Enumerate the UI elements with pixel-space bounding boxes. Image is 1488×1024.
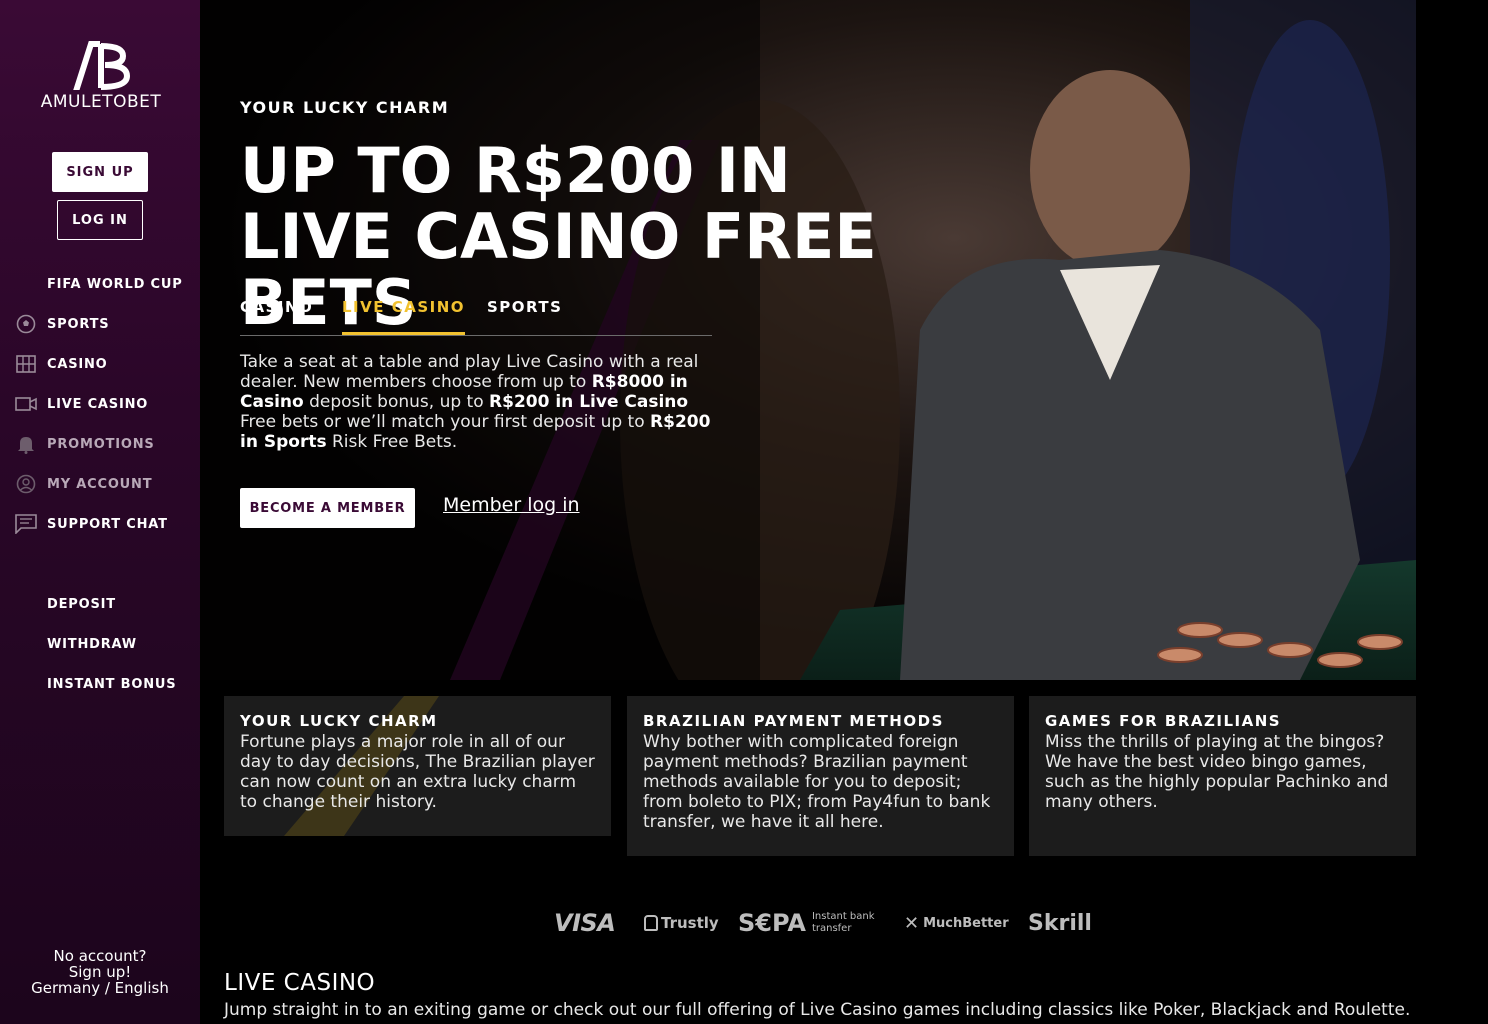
section-title: LIVE CASINO — [224, 970, 376, 996]
visa-logo: VISA — [554, 909, 616, 937]
hero-banner: YOUR LUCKY CHARM UP TO R$200 IN LIVE CAS… — [200, 0, 1416, 680]
trustly-icon — [644, 915, 658, 931]
sign-up-link[interactable]: Sign up! — [0, 964, 200, 980]
card-text: Fortune plays a major role in all of our… — [240, 732, 595, 812]
skrill-logo: Skrill — [1028, 910, 1092, 936]
desc-highlight: R$200 in Live Casino — [489, 392, 689, 412]
card-text: Why bother with complicated foreign paym… — [643, 732, 991, 832]
hero-tabs: CASINO LIVE CASINO SPORTS — [240, 292, 712, 336]
sepa-sub1: Instant bank — [811, 911, 875, 922]
desc-text: Risk Free Bets. — [326, 432, 458, 452]
locale-selector[interactable]: Germany / English — [0, 980, 200, 996]
sepa-logo: S€PA Instant bank transfer — [738, 905, 875, 941]
sepa-text: S€PA — [738, 909, 806, 937]
info-card-lucky-charm: YOUR LUCKY CHARM Fortune plays a major r… — [224, 696, 611, 836]
muchbetter-icon: ✕ — [904, 912, 920, 934]
desc-text: deposit bonus, up to — [303, 392, 490, 412]
tab-live-casino[interactable]: LIVE CASINO — [342, 298, 466, 335]
card-title: YOUR LUCKY CHARM — [240, 712, 438, 730]
section-description: Jump straight in to an exiting game or c… — [224, 1000, 1411, 1020]
muchbetter-logo: ✕ MuchBetter — [904, 905, 1009, 941]
hero-description: Take a seat at a table and play Live Cas… — [240, 352, 720, 452]
card-title: BRAZILIAN PAYMENT METHODS — [643, 712, 944, 730]
trustly-logo: Trustly — [644, 905, 719, 941]
tab-sports[interactable]: SPORTS — [487, 298, 562, 335]
muchbetter-text: MuchBetter — [923, 915, 1009, 931]
become-member-button[interactable]: BECOME A MEMBER — [240, 488, 415, 528]
payment-logos: VISA Trustly S€PA Instant bank transfer … — [554, 905, 1094, 941]
info-card-payment-methods: BRAZILIAN PAYMENT METHODS Why bother wit… — [627, 696, 1014, 856]
desc-text: Free bets or we’ll match your first depo… — [240, 412, 651, 432]
member-login-link[interactable]: Member log in — [443, 494, 580, 516]
info-card-games: GAMES FOR BRAZILIANS Miss the thrills of… — [1029, 696, 1416, 856]
sepa-subtext: Instant bank transfer — [812, 911, 875, 935]
no-account-text: No account? — [53, 947, 147, 965]
hero-kicker: YOUR LUCKY CHARM — [240, 98, 450, 117]
sidebar-footer: No account? Sign up! Germany / English — [0, 948, 200, 996]
card-title: GAMES FOR BRAZILIANS — [1045, 712, 1282, 730]
trustly-text: Trustly — [661, 914, 719, 932]
sepa-sub2: transfer — [811, 923, 852, 934]
tab-casino[interactable]: CASINO — [240, 298, 313, 335]
card-text: Miss the thrills of playing at the bingo… — [1045, 732, 1389, 812]
